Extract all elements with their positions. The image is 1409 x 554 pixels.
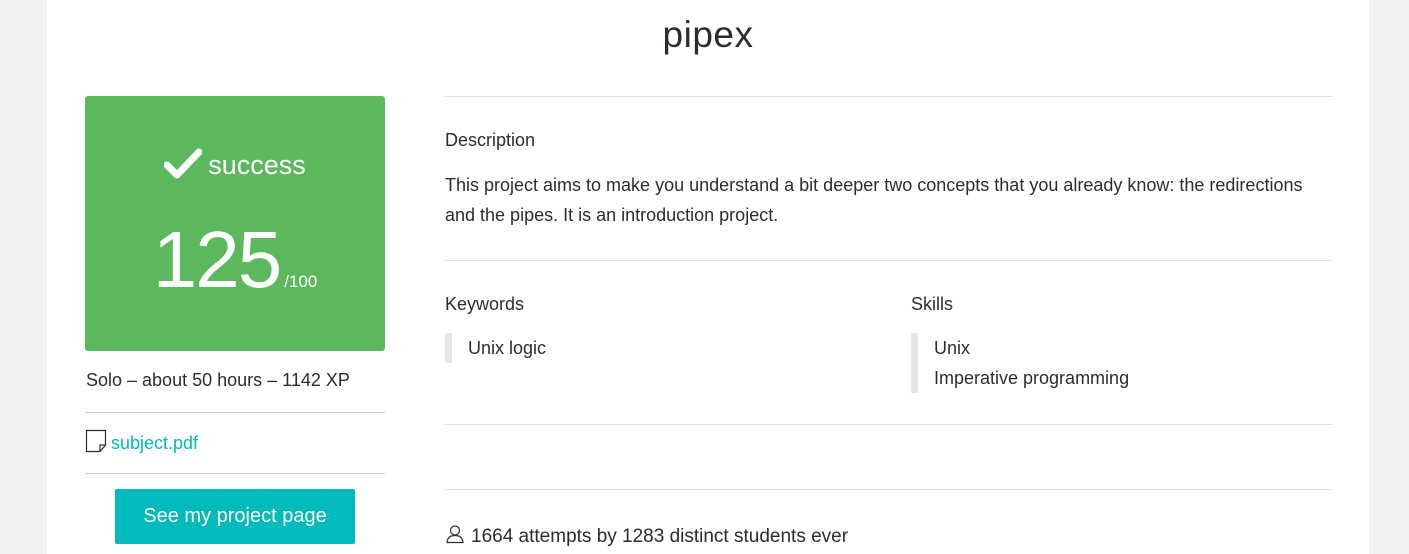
grade-box: success 125/100 [85,96,385,351]
grade-status: success [85,148,385,187]
grade-status-label: success [208,150,306,180]
divider [85,473,385,474]
grade-max: /100 [284,272,318,291]
subject-pdf-label: subject.pdf [111,433,199,453]
page-title: pipex [662,14,754,55]
grade-mark: 125 [152,215,282,304]
skills-heading: Skills [911,294,954,314]
keyword-item: Unix logic [468,338,547,358]
attempts-stats: 1664 attempts by 1283 distinct students … [445,524,848,550]
divider [85,412,385,413]
project-meta: Solo – about 50 hours – 1142 XP [86,370,350,390]
user-icon [445,524,465,550]
check-icon [163,148,203,187]
divider [445,489,1333,490]
see-project-page-button[interactable]: See my project page [115,489,355,544]
skill-item: Imperative programming [934,368,1130,388]
description-text: This project aims to make you understand… [445,175,1303,225]
skills-list: Unix Imperative programming [911,333,1129,393]
divider [445,424,1333,425]
divider [445,96,1333,97]
skill-item: Unix [934,338,971,358]
document-icon [85,429,107,458]
divider [445,260,1333,261]
attempts-text: 1664 attempts by 1283 distinct students … [471,526,849,547]
keywords-heading: Keywords [445,294,525,314]
grade-score: 125/100 [85,214,385,306]
subject-pdf-link[interactable]: subject.pdf [85,429,198,458]
project-page: pipex success 125/100 Solo – about 50 ho… [47,0,1369,554]
keywords-list: Unix logic [445,333,546,363]
description-heading: Description [445,130,536,150]
